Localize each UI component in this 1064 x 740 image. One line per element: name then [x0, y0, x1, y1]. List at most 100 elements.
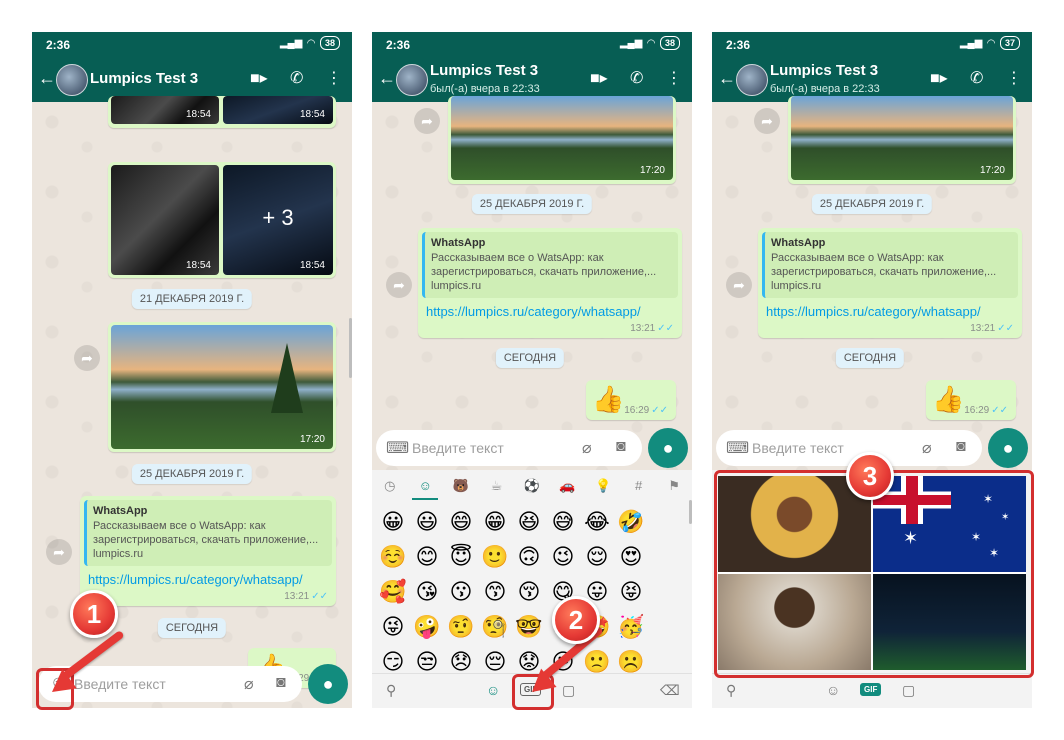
attach-icon[interactable]: ⌀ — [244, 674, 254, 694]
emoji-scrollbar[interactable] — [689, 500, 692, 524]
emoji[interactable]: 😝 — [614, 576, 648, 608]
emoji-icon[interactable]: ☺ — [826, 682, 840, 698]
video-call-icon[interactable]: ■▸ — [590, 68, 608, 88]
emoji[interactable]: 😂 — [580, 506, 614, 538]
link-url[interactable]: https://lumpics.ru/category/whatsapp/ — [88, 572, 303, 587]
food-icon[interactable]: ☕ — [483, 474, 509, 500]
link-url[interactable]: https://lumpics.ru/category/whatsapp/ — [766, 304, 981, 319]
sticker-icon[interactable]: ▢ — [902, 682, 915, 699]
photo-message[interactable]: 17:20 — [788, 96, 1016, 184]
more-vert-icon[interactable]: ⋮ — [666, 68, 682, 88]
sticker-icon[interactable]: ▢ — [562, 682, 575, 699]
emoji[interactable]: 😇 — [444, 541, 478, 573]
forward-icon[interactable]: ➦ — [386, 272, 412, 298]
emoji[interactable]: 🧐 — [478, 611, 512, 643]
emoji[interactable]: 😘 — [410, 576, 444, 608]
forward-icon[interactable]: ➦ — [46, 539, 72, 565]
back-arrow-icon[interactable]: ← — [38, 68, 56, 89]
emoji[interactable]: 😁 — [478, 506, 512, 538]
smileys-icon[interactable]: ☺ — [412, 474, 439, 500]
emoji[interactable]: 😍 — [614, 541, 648, 573]
message-input-bar[interactable]: ⌨ Введите текст ⌀ ◙ — [376, 430, 642, 466]
emoji[interactable]: 😀 — [376, 506, 410, 538]
emoji[interactable]: 😅 — [546, 506, 580, 538]
phone-icon[interactable]: ✆ — [970, 68, 983, 88]
phone-icon[interactable]: ✆ — [630, 68, 643, 88]
forward-icon[interactable]: ➦ — [726, 272, 752, 298]
emoji[interactable]: 🤣 — [614, 506, 648, 538]
gif-button[interactable]: GIF — [860, 683, 882, 696]
emoji[interactable]: 😗 — [444, 576, 478, 608]
emoji[interactable]: 🤨 — [444, 611, 478, 643]
forward-icon[interactable]: ➦ — [754, 108, 780, 134]
back-arrow-icon[interactable]: ← — [718, 68, 736, 89]
animals-icon[interactable]: 🐻 — [448, 474, 474, 500]
message-input[interactable]: Введите текст — [412, 440, 504, 456]
contact-name[interactable]: Lumpics Test 3 — [430, 62, 538, 79]
link-url[interactable]: https://lumpics.ru/category/whatsapp/ — [426, 304, 641, 319]
contact-name[interactable]: Lumpics Test 3 — [90, 70, 198, 87]
emoji[interactable]: 😉 — [546, 541, 580, 573]
mic-icon[interactable]: ● — [308, 664, 348, 704]
keyboard-icon[interactable]: ⌨ — [726, 438, 749, 458]
contact-name[interactable]: Lumpics Test 3 — [770, 62, 878, 79]
emoji[interactable]: 🙃 — [512, 541, 546, 573]
link-preview[interactable]: WhatsApp Рассказываем все о WatsApp: как… — [84, 500, 332, 566]
attach-icon[interactable]: ⌀ — [922, 438, 932, 458]
photo-message[interactable]: 17:20 — [448, 96, 676, 184]
link-message[interactable]: WhatsApp Рассказываем все о WatsApp: как… — [418, 228, 682, 338]
link-message[interactable]: WhatsApp Рассказываем все о WatsApp: как… — [758, 228, 1022, 338]
emoji[interactable]: 🙂 — [478, 541, 512, 573]
more-vert-icon[interactable]: ⋮ — [1006, 68, 1022, 88]
emoji[interactable]: 🥰 — [376, 576, 410, 608]
emoji[interactable]: 😆 — [512, 506, 546, 538]
avatar[interactable] — [396, 64, 428, 96]
symbols-icon[interactable]: # — [626, 474, 652, 500]
avatar[interactable] — [736, 64, 768, 96]
emoji[interactable]: 😃 — [410, 506, 444, 538]
mic-icon[interactable]: ● — [648, 428, 688, 468]
chat-scrollbar[interactable] — [349, 318, 352, 378]
video-call-icon[interactable]: ■▸ — [930, 68, 948, 88]
message-input[interactable]: Введите текст — [74, 676, 166, 692]
more-vert-icon[interactable]: ⋮ — [326, 68, 342, 88]
emoji[interactable]: 😜 — [376, 611, 410, 643]
phone-icon[interactable]: ✆ — [290, 68, 303, 88]
backspace-icon[interactable]: ⌫ — [660, 682, 680, 699]
search-icon[interactable]: ⚲ — [726, 682, 736, 699]
camera-icon[interactable]: ◙ — [276, 674, 286, 692]
thumbs-up-message[interactable]: 👍 16:29✓✓ — [926, 380, 1016, 420]
video-call-icon[interactable]: ■▸ — [250, 68, 268, 88]
emoji[interactable] — [648, 576, 682, 608]
keyboard-icon[interactable]: ⌨ — [386, 438, 409, 458]
emoji[interactable]: 😊 — [410, 541, 444, 573]
emoji[interactable]: 😚 — [512, 576, 546, 608]
mic-icon[interactable]: ● — [988, 428, 1028, 468]
recent-icon[interactable]: ◷ — [377, 474, 403, 500]
photo-message[interactable]: 18:54 + 3 18:54 — [108, 162, 336, 278]
emoji[interactable]: 😄 — [444, 506, 478, 538]
emoji[interactable]: 😙 — [478, 576, 512, 608]
camera-icon[interactable]: ◙ — [956, 438, 966, 456]
camera-icon[interactable]: ◙ — [616, 438, 626, 456]
emoji[interactable]: 😌 — [580, 541, 614, 573]
emoji[interactable]: 🤪 — [410, 611, 444, 643]
emoji[interactable] — [648, 506, 682, 538]
back-arrow-icon[interactable]: ← — [378, 68, 396, 89]
search-icon[interactable]: ⚲ — [386, 682, 396, 699]
thumbs-up-message[interactable]: 👍 16:29✓✓ — [586, 380, 676, 420]
travel-icon[interactable]: 🚗 — [555, 474, 581, 500]
link-preview[interactable]: WhatsApp Рассказываем все о WatsApp: как… — [762, 232, 1018, 298]
emoji[interactable] — [648, 611, 682, 643]
photo-message[interactable]: 17:20 — [108, 322, 336, 452]
message-input-bar[interactable]: ⌨ Введите текст ⌀ ◙ — [716, 430, 982, 466]
link-message[interactable]: WhatsApp Рассказываем все о WatsApp: как… — [80, 496, 336, 606]
objects-icon[interactable]: 💡 — [590, 474, 616, 500]
emoji[interactable]: 🥳 — [614, 611, 648, 643]
message-input[interactable]: Введите текст — [752, 440, 844, 456]
photo-message[interactable]: 18:54 18:54 — [108, 96, 336, 128]
emoji[interactable]: ☺️ — [376, 541, 410, 573]
avatar[interactable] — [56, 64, 88, 96]
attach-icon[interactable]: ⌀ — [582, 438, 592, 458]
sports-icon[interactable]: ⚽ — [519, 474, 545, 500]
